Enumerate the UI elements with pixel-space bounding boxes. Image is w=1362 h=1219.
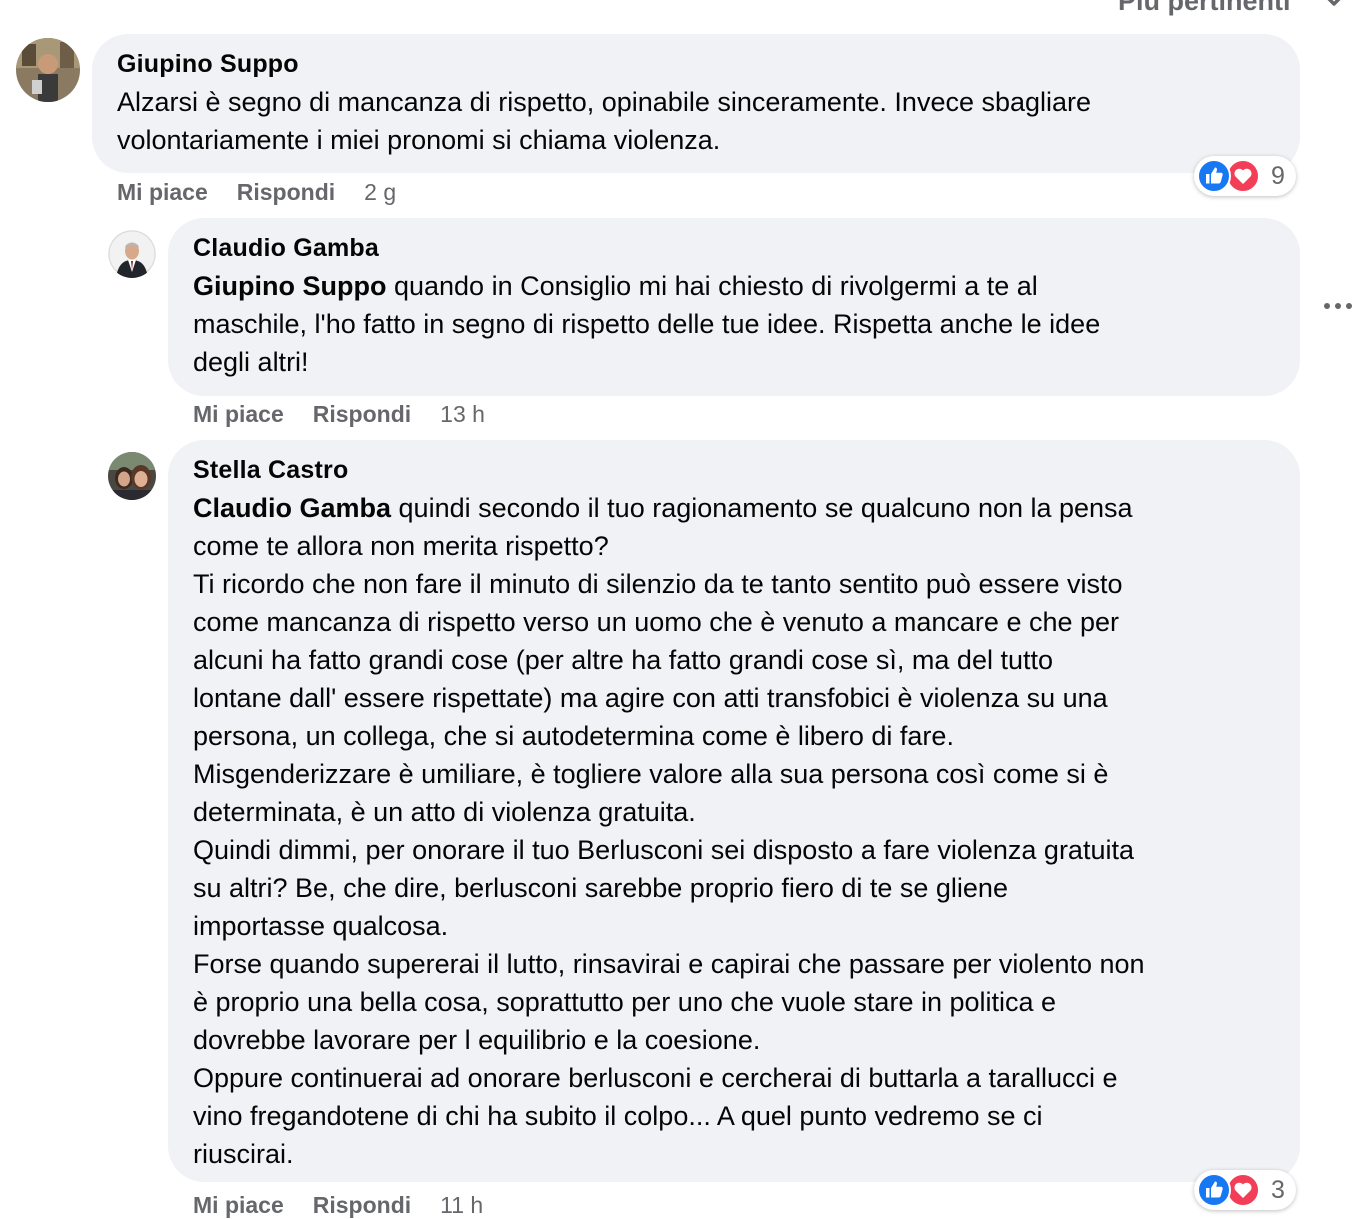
more-options-icon[interactable] <box>1322 294 1354 318</box>
comment-text: Giupino Suppo quando in Consiglio mi hai… <box>193 267 1100 381</box>
avatar[interactable] <box>108 230 156 278</box>
like-button[interactable]: Mi piace <box>193 1192 284 1219</box>
love-reaction-icon <box>1226 159 1260 193</box>
sort-label[interactable]: Più pertinenti <box>1118 0 1291 17</box>
avatar[interactable] <box>16 38 80 102</box>
chevron-down-icon[interactable] <box>1322 0 1346 12</box>
like-reaction-icon <box>1197 1173 1231 1207</box>
comment-actions: Mi piace Rispondi 13 h <box>193 401 514 428</box>
reaction-summary[interactable]: 3 <box>1194 1170 1296 1210</box>
comment-author[interactable]: Stella Castro <box>193 456 348 485</box>
comment-text-body: quindi secondo il tuo ragionamento se qu… <box>193 493 1145 1169</box>
comment-text: Claudio Gamba quindi secondo il tuo ragi… <box>193 489 1145 1173</box>
reaction-count: 3 <box>1271 1176 1285 1204</box>
comment-timestamp[interactable]: 13 h <box>440 401 485 428</box>
mention-link[interactable]: Claudio Gamba <box>193 493 391 523</box>
comment-timestamp[interactable]: 11 h <box>440 1192 483 1219</box>
comment-author[interactable]: Claudio Gamba <box>193 234 379 263</box>
avatar[interactable] <box>108 452 156 500</box>
like-button[interactable]: Mi piace <box>117 179 208 206</box>
comment-author[interactable]: Giupino Suppo <box>117 50 299 79</box>
comment-timestamp[interactable]: 2 g <box>364 179 396 206</box>
profile-photo <box>108 452 156 500</box>
reaction-summary[interactable]: 9 <box>1194 156 1296 196</box>
reaction-count: 9 <box>1271 162 1285 190</box>
profile-photo <box>108 230 156 278</box>
comment-actions: Mi piace Rispondi 2 g <box>117 179 425 206</box>
comment-actions: Mi piace Rispondi 11 h <box>193 1192 512 1219</box>
reply-button[interactable]: Rispondi <box>237 179 335 206</box>
comment-text: Alzarsi è segno di mancanza di rispetto,… <box>117 87 1092 155</box>
reply-button[interactable]: Rispondi <box>313 1192 411 1219</box>
profile-photo <box>16 38 80 102</box>
mention-link[interactable]: Giupino Suppo <box>193 271 386 301</box>
like-reaction-icon <box>1197 159 1231 193</box>
like-button[interactable]: Mi piace <box>193 401 284 428</box>
reply-button[interactable]: Rispondi <box>313 401 411 428</box>
love-reaction-icon <box>1226 1173 1260 1207</box>
